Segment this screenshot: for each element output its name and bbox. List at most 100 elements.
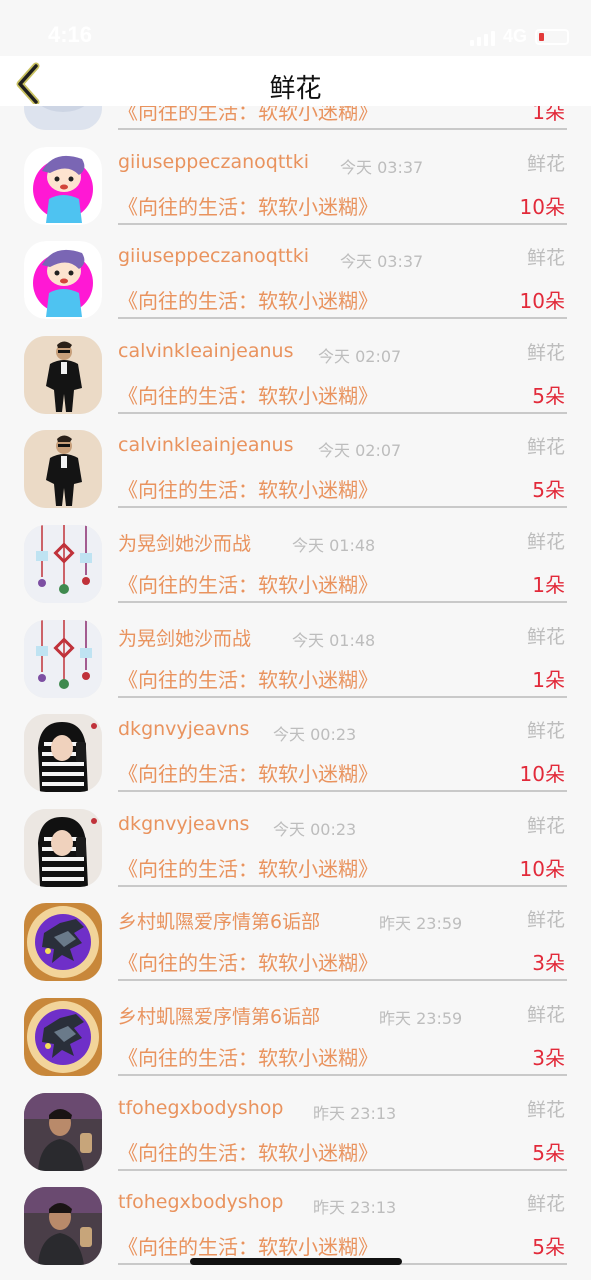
row-divider <box>118 695 567 698</box>
dragon-emblem-avatar[interactable] <box>24 997 102 1076</box>
username: calvinkleainjeanus <box>118 434 294 457</box>
gift-type: 鲜花 <box>526 909 565 932</box>
man-suit-avatar[interactable] <box>24 335 102 414</box>
username: 乡村虮隰爱序情第6诟部 <box>118 1005 321 1028</box>
page-title: 鲜花 <box>269 74 322 104</box>
network-type: 4G <box>502 26 527 46</box>
gift-count: 10朵 <box>519 194 565 219</box>
timestamp: 昨天 23:13 <box>313 1103 397 1123</box>
username: tfohegxbodyshop <box>118 1096 284 1119</box>
man-photo-avatar[interactable] <box>24 1092 102 1171</box>
gift-count: 1朵 <box>532 572 565 597</box>
row-divider <box>118 1168 567 1171</box>
username: giiuseppeczanoqttki <box>118 245 310 268</box>
list-item[interactable]: tfohegxbodyshop 昨天 23:13 鲜花 《向往的生活：软软小迷糊… <box>0 1087 591 1182</box>
home-indicator[interactable] <box>190 1258 402 1265</box>
gift-type: 鲜花 <box>526 1193 565 1216</box>
timestamp: 今天 00:23 <box>273 725 357 745</box>
gift-type: 鲜花 <box>526 247 565 270</box>
status-bar: 4:16 4G <box>0 0 591 56</box>
timestamp: 今天 02:07 <box>318 346 402 366</box>
list-item[interactable]: giiuseppeczanoqttki 今天 03:37 鲜花 《向往的生活：软… <box>0 141 591 236</box>
gift-type: 鲜花 <box>526 625 565 648</box>
chinese-knot-avatar[interactable] <box>24 619 102 698</box>
username: dkgnvyjeavns <box>118 812 250 835</box>
gift-type: 鲜花 <box>526 720 565 743</box>
cartoon-girl-avatar[interactable] <box>24 146 102 225</box>
status-icons: 4G <box>469 26 569 47</box>
hoodie-selfie-avatar[interactable] <box>24 714 102 793</box>
cartoon-girl-avatar[interactable] <box>24 241 102 320</box>
show-title: 《向往的生活：软软小迷糊》 <box>118 667 378 692</box>
show-title: 《向往的生活：软软小迷糊》 <box>118 1140 378 1165</box>
show-title: 《向往的生活：软软小迷糊》 <box>118 289 378 314</box>
show-title: 《向往的生活：软软小迷糊》 <box>118 762 378 787</box>
list-item[interactable]: 为晃剑她沙而战 今天 01:48 鲜花 《向往的生活：软软小迷糊》 1朵 <box>0 519 591 614</box>
list-item[interactable]: 乡村虮隰爱序情第6诟部 昨天 23:59 鲜花 《向往的生活：软软小迷糊》 3朵 <box>0 992 591 1087</box>
gift-type: 鲜花 <box>526 814 565 837</box>
dragon-emblem-avatar[interactable] <box>24 903 102 982</box>
gift-type: 鲜花 <box>526 341 565 364</box>
list-item[interactable]: 为晃剑她沙而战 今天 01:48 鲜花 《向往的生活：软软小迷糊》 1朵 <box>0 614 591 709</box>
gift-count: 1朵 <box>532 667 565 692</box>
status-time: 4:16 <box>48 22 93 47</box>
row-divider <box>118 790 567 793</box>
list-item[interactable]: 乡村虮隰爱序情第6诟部 昨天 23:59 鲜花 《向往的生活：软软小迷糊》 3朵 <box>0 897 591 992</box>
gift-count: 10朵 <box>519 289 565 314</box>
timestamp: 今天 01:48 <box>292 630 376 650</box>
show-title: 《向往的生活：软软小迷糊》 <box>118 1045 378 1070</box>
list-item[interactable]: giiuseppeczanoqttki 今天 03:37 鲜花 《向往的生活：软… <box>0 235 591 330</box>
row-divider <box>118 222 567 225</box>
username: 乡村虮隰爱序情第6诟部 <box>118 911 321 934</box>
username: 为晃剑她沙而战 <box>118 627 252 650</box>
gift-count: 10朵 <box>519 762 565 787</box>
gift-type: 鲜花 <box>526 1098 565 1121</box>
list-item[interactable]: calvinkleainjeanus 今天 02:07 鲜花 《向往的生活：软软… <box>0 424 591 519</box>
man-photo-avatar[interactable] <box>24 1187 102 1266</box>
battery-icon <box>535 28 569 45</box>
show-title: 《向往的生活：软软小迷糊》 <box>118 856 378 881</box>
navigation-bar: 鲜花 <box>0 56 591 106</box>
gift-count: 5朵 <box>532 1140 565 1165</box>
man-suit-avatar[interactable] <box>24 430 102 509</box>
show-title: 《向往的生活：软软小迷糊》 <box>118 951 378 976</box>
row-divider <box>118 884 567 887</box>
username: dkgnvyjeavns <box>118 718 250 741</box>
gift-type: 鲜花 <box>526 1003 565 1026</box>
timestamp: 今天 00:23 <box>273 819 357 839</box>
row-divider <box>118 600 567 603</box>
timestamp: 今天 02:07 <box>318 441 402 461</box>
show-title: 《向往的生活：软软小迷糊》 <box>118 1235 378 1260</box>
gift-count: 3朵 <box>532 1045 565 1070</box>
username: giiuseppeczanoqttki <box>118 150 310 173</box>
list-item[interactable]: dkgnvyjeavns 今天 00:23 鲜花 《向往的生活：软软小迷糊》 1… <box>0 708 591 803</box>
hoodie-selfie-avatar[interactable] <box>24 808 102 887</box>
row-divider <box>118 506 567 509</box>
list-item[interactable]: calvinkleainjeanus 今天 02:07 鲜花 《向往的生活：软软… <box>0 330 591 425</box>
username: tfohegxbodyshop <box>118 1191 284 1214</box>
gift-count: 5朵 <box>532 478 565 503</box>
show-title: 《向往的生活：软软小迷糊》 <box>118 572 378 597</box>
row-divider <box>118 1073 567 1076</box>
show-title: 《向往的生活：软软小迷糊》 <box>118 478 378 503</box>
show-title: 《向往的生活：软软小迷糊》 <box>118 383 378 408</box>
gift-count: 5朵 <box>532 383 565 408</box>
chinese-knot-avatar[interactable] <box>24 524 102 603</box>
timestamp: 今天 01:48 <box>292 535 376 555</box>
gift-count: 5朵 <box>532 1235 565 1260</box>
gift-type: 鲜花 <box>526 530 565 553</box>
username: 为晃剑她沙而战 <box>118 532 252 555</box>
row-divider <box>118 128 567 130</box>
gift-type: 鲜花 <box>526 436 565 459</box>
row-divider <box>118 979 567 982</box>
timestamp: 昨天 23:13 <box>313 1198 397 1218</box>
gift-type: 鲜花 <box>526 152 565 175</box>
timestamp: 今天 03:37 <box>340 157 424 177</box>
gift-count: 10朵 <box>519 856 565 881</box>
list-item[interactable]: dkgnvyjeavns 今天 00:23 鲜花 《向往的生活：软软小迷糊》 1… <box>0 803 591 898</box>
show-title: 《向往的生活：软软小迷糊》 <box>118 194 378 219</box>
gift-count: 3朵 <box>532 951 565 976</box>
timestamp: 今天 03:37 <box>340 252 424 272</box>
row-divider <box>118 411 567 414</box>
timestamp: 昨天 23:59 <box>379 914 463 934</box>
